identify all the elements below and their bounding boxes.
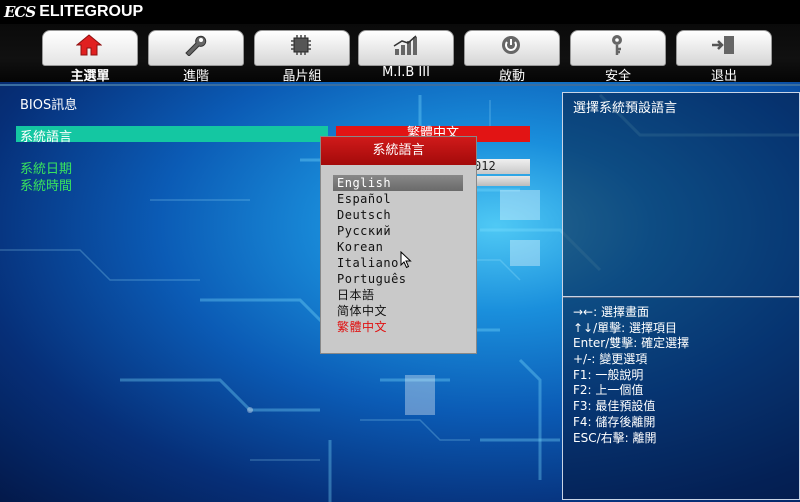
key-legend-item: ESC/右擊: 離開: [573, 430, 657, 445]
tab-boot[interactable]: 啟動: [464, 26, 560, 84]
popup-title: 系統語言: [321, 137, 476, 165]
language-option-portugues[interactable]: Português: [321, 271, 476, 287]
title-bar: ECS ELITEGROUP: [0, 0, 800, 24]
brand-name: ELITEGROUP: [39, 3, 144, 20]
key-legend-item: ↑↓/單擊: 選擇項目: [573, 320, 678, 335]
key-legend-list: →←: 選擇畫面 ↑↓/單擊: 選擇項目 Enter/雙擊: 確定選擇 +/-:…: [573, 305, 689, 446]
system-time-field[interactable]: [474, 176, 530, 186]
system-date-field[interactable]: 012: [474, 159, 530, 174]
tab-boot-label: 啟動: [498, 69, 525, 84]
tab-advanced[interactable]: 進階: [148, 26, 244, 84]
wrench-icon: [181, 33, 209, 57]
key-legend-item: →←: 選擇畫面: [573, 305, 649, 319]
main-menu-tabs: 主選單 進階 晶片組 M.I.B III 啟動 安全 退出: [0, 26, 800, 84]
power-icon: [497, 33, 525, 57]
language-option-italiano[interactable]: Italiano: [321, 255, 476, 271]
tab-chipset[interactable]: 晶片組: [254, 26, 350, 84]
tab-mib[interactable]: M.I.B III: [358, 26, 454, 84]
system-time-label: 系統時間: [20, 179, 73, 194]
key-icon: [603, 33, 631, 57]
exit-icon: [709, 33, 737, 57]
menu-divider: [0, 84, 800, 86]
language-option-traditional-chinese[interactable]: 繁體中文: [321, 319, 476, 335]
item-help-panel: 選擇系統預設語言: [562, 92, 800, 298]
language-selection-popup: 系統語言 English Español Deutsch Русский Kor…: [320, 136, 477, 354]
language-options-list: English Español Deutsch Русский Korean I…: [321, 175, 476, 335]
tab-mib-label: M.I.B III: [382, 65, 430, 80]
key-legend-item: +/-: 變更選項: [573, 352, 648, 367]
key-legend-panel: →←: 選擇畫面 ↑↓/單擊: 選擇項目 Enter/雙擊: 確定選擇 +/-:…: [562, 296, 800, 500]
key-legend-item: F4: 儲存後離開: [573, 414, 656, 429]
key-legend-item: Enter/雙擊: 確定選擇: [573, 336, 690, 351]
system-language-label: 系統語言: [20, 130, 73, 145]
tab-advanced-label: 進階: [182, 69, 209, 84]
language-option-russian[interactable]: Русский: [321, 223, 476, 239]
home-icon: [75, 33, 103, 57]
mouse-pointer-icon: [400, 251, 412, 269]
key-legend-item: F1: 一般說明: [573, 367, 644, 382]
tab-security[interactable]: 安全: [570, 26, 666, 84]
key-legend-item: F2: 上一個值: [573, 383, 644, 398]
language-option-simplified-chinese[interactable]: 简体中文: [321, 303, 476, 319]
bar-graph-icon: [391, 33, 419, 57]
ecs-logo: ECS ELITEGROUP: [4, 2, 143, 22]
language-option-korean[interactable]: Korean: [321, 239, 476, 255]
tab-security-label: 安全: [604, 69, 631, 84]
tab-exit[interactable]: 退出: [676, 26, 772, 84]
bios-info-item[interactable]: BIOS訊息: [20, 94, 77, 113]
key-legend-item: F3: 最佳預設值: [573, 399, 656, 414]
language-option-japanese[interactable]: 日本語: [321, 287, 476, 303]
language-option-espanol[interactable]: Español: [321, 191, 476, 207]
tab-chipset-label: 晶片組: [282, 69, 322, 84]
item-help-text: 選擇系統預設語言: [573, 101, 678, 116]
tab-exit-label: 退出: [710, 69, 737, 84]
tab-main[interactable]: 主選單: [42, 26, 138, 84]
chip-icon: [287, 33, 315, 57]
tab-main-label: 主選單: [70, 69, 110, 84]
language-option-english[interactable]: English: [333, 175, 463, 191]
logo-mark: ECS: [4, 3, 36, 21]
language-option-deutsch[interactable]: Deutsch: [321, 207, 476, 223]
